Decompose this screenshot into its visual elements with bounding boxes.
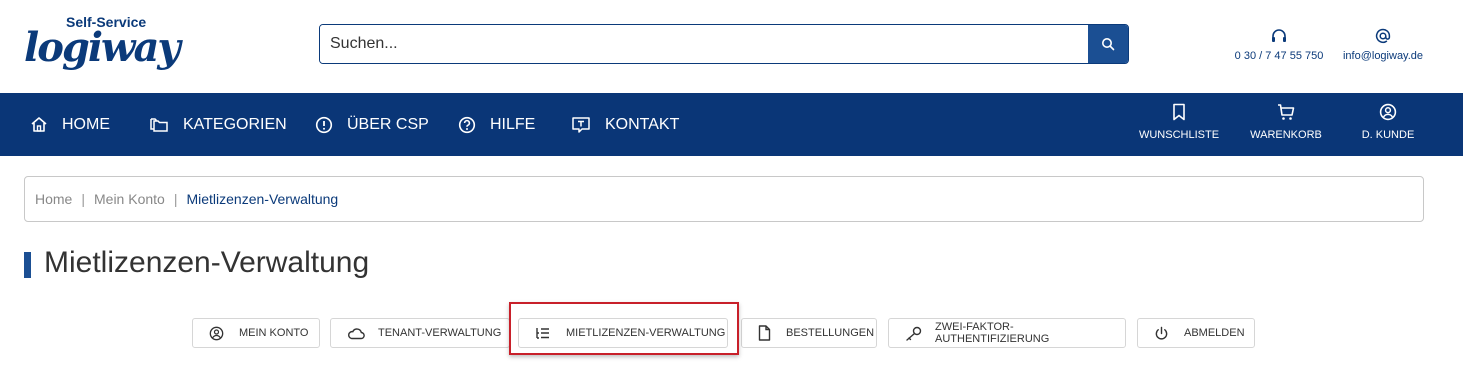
email-address: info@logiway.de (1342, 50, 1424, 62)
nav-item-hilfe[interactable]: HILFE (458, 93, 535, 156)
breadcrumb-home[interactable]: Home (35, 191, 72, 207)
tab-abmelden[interactable]: ABMELDEN (1137, 318, 1255, 348)
bookmark-icon (1173, 103, 1185, 121)
phone-contact[interactable]: 0 30 / 7 47 55 750 (1232, 28, 1326, 62)
breadcrumb-mein-konto[interactable]: Mein Konto (94, 191, 165, 207)
cloud-icon (348, 327, 365, 339)
info-circle-icon (315, 116, 333, 133)
logo-wordmark: logiway (24, 24, 181, 71)
tab-label: MEIN KONTO (239, 327, 309, 339)
page-title: Mietlizenzen-Verwaltung (44, 246, 370, 279)
tab-label: BESTELLUNGEN (786, 327, 875, 339)
document-icon (758, 325, 771, 341)
nav-item-home[interactable]: HOME (30, 93, 110, 156)
breadcrumb-current: Mietlizenzen-Verwaltung (186, 191, 339, 207)
email-contact[interactable]: info@logiway.de (1340, 28, 1426, 62)
folders-icon (150, 117, 168, 132)
search-bar (319, 24, 1129, 64)
breadcrumb-separator: | (81, 191, 85, 207)
user-circle-icon (209, 326, 224, 340)
nav-item-label: HILFE (490, 115, 536, 133)
nav-item-label: KATEGORIEN (183, 115, 287, 133)
headset-icon (1272, 29, 1286, 42)
tab-label: TENANT-VERWALTUNG (378, 327, 502, 339)
search-icon (1102, 38, 1115, 51)
question-circle-icon (458, 116, 476, 133)
tab-tenant-verwaltung[interactable]: TENANT-VERWALTUNG (330, 318, 510, 348)
logo[interactable]: Self-Service logiway (24, 14, 181, 74)
nav-right-label: WUNSCHLISTE (1138, 129, 1220, 141)
at-icon (1375, 28, 1391, 44)
nav-user-account[interactable]: D. KUNDE (1356, 93, 1420, 156)
nav-item-label: ÜBER CSP (347, 115, 429, 133)
breadcrumb: Home | Mein Konto | Mietlizenzen-Verwalt… (24, 176, 1424, 222)
nav-item-label: HOME (62, 115, 110, 133)
tab-bestellungen[interactable]: BESTELLUNGEN (741, 318, 877, 348)
nav-wishlist[interactable]: WUNSCHLISTE (1138, 93, 1220, 156)
nav-item-ueber-csp[interactable]: ÜBER CSP (315, 93, 429, 156)
chat-icon (572, 116, 590, 133)
phone-number: 0 30 / 7 47 55 750 (1234, 50, 1324, 62)
user-circle-icon (1379, 103, 1397, 121)
search-button[interactable] (1088, 25, 1128, 63)
search-input[interactable] (320, 25, 1088, 63)
nav-item-kategorien[interactable]: KATEGORIEN (149, 93, 287, 156)
home-icon (31, 117, 47, 132)
nav-right-label: WARENKORB (1250, 129, 1322, 141)
nav-item-kontakt[interactable]: KONTAKT (571, 93, 679, 156)
nav-cart[interactable]: WARENKORB (1248, 93, 1324, 156)
tab-mein-konto[interactable]: MEIN KONTO (192, 318, 320, 348)
active-tab-highlight (509, 302, 739, 355)
breadcrumb-separator: | (173, 191, 178, 207)
nav-item-label: KONTAKT (605, 115, 680, 133)
tab-label: ABMELDEN (1184, 327, 1245, 339)
tab-zwei-faktor-authentifizierung[interactable]: ZWEI-FAKTOR-AUTHENTIFIZIERUNG (888, 318, 1126, 348)
key-icon (906, 326, 922, 341)
main-navigation: HOME KATEGORIEN ÜBER CSP HILFE KONTAKT W… (0, 93, 1463, 156)
tab-label: ZWEI-FAKTOR-AUTHENTIFIZIERUNG (935, 321, 1050, 345)
title-accent-bar (24, 252, 31, 278)
nav-right-label: D. KUNDE (1361, 129, 1415, 141)
power-icon (1155, 326, 1168, 340)
cart-icon (1278, 104, 1295, 120)
